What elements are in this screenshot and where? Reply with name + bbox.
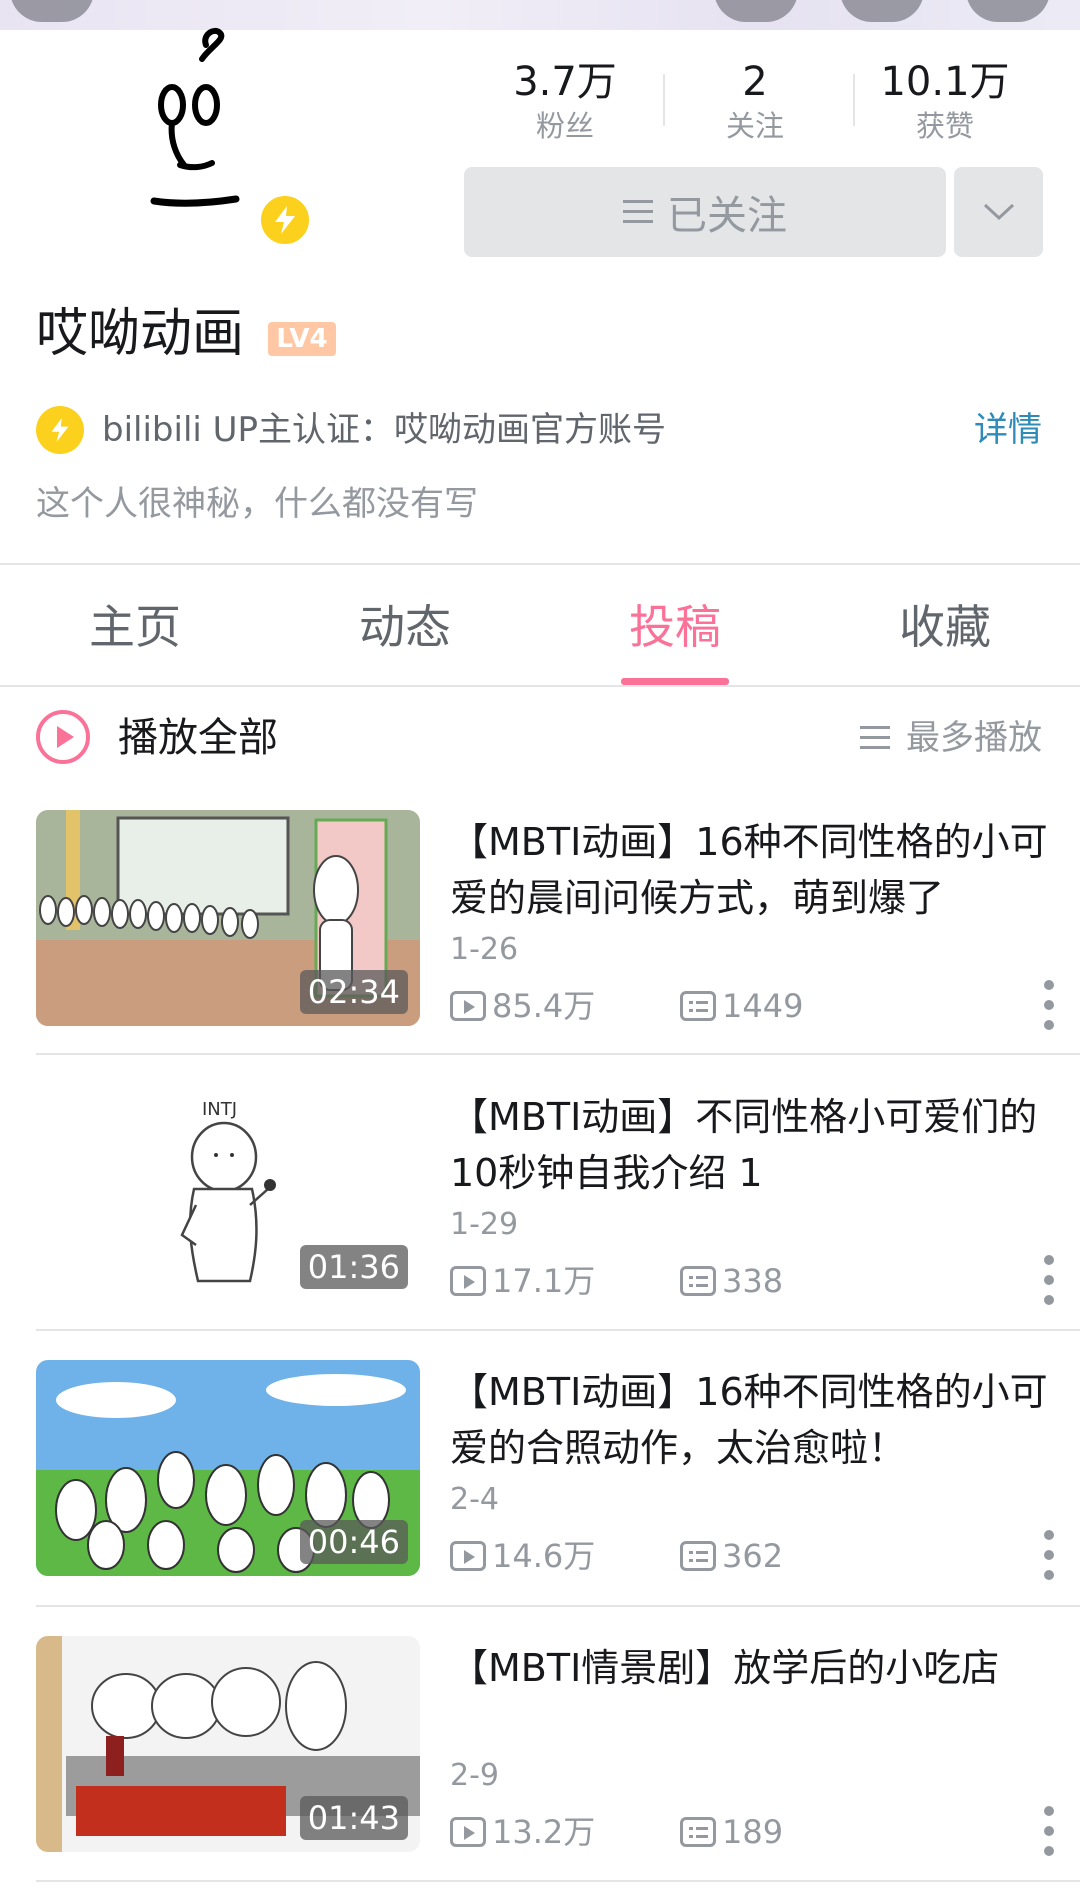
- video-date: 2-9: [450, 1758, 499, 1793]
- tab-uploads[interactable]: 投稿: [540, 565, 810, 685]
- danmaku-count-value: 362: [722, 1537, 784, 1575]
- profile-tabs: 主页 动态 投稿 收藏: [0, 565, 1080, 685]
- video-duration: 01:36: [299, 1245, 408, 1289]
- danmaku-icon: [680, 1817, 716, 1847]
- video-thumbnail[interactable]: INTJ 01:36: [36, 1085, 420, 1301]
- more-vertical-icon[interactable]: [1040, 1255, 1060, 1309]
- danmaku-count: 189: [680, 1812, 783, 1852]
- video-title[interactable]: 【MBTI动画】不同性格小可爱们的10秒钟自我介绍 1: [450, 1089, 1080, 1201]
- danmaku-count-value: 189: [722, 1813, 784, 1851]
- menu-lines-icon: [623, 199, 653, 225]
- stat-likes-value: 10.1万: [880, 59, 1010, 105]
- view-count: 13.2万: [450, 1812, 595, 1852]
- danmaku-count-value: 1449: [722, 987, 804, 1025]
- video-thumbnail[interactable]: 00:46: [36, 1360, 420, 1576]
- video-title[interactable]: 【MBTI动画】16种不同性格的小可爱的合照动作，太治愈啦！: [450, 1364, 1080, 1476]
- search-button[interactable]: [840, 0, 924, 22]
- level-badge: LV4: [268, 322, 336, 356]
- stat-fans[interactable]: 3.7万 粉丝: [470, 58, 660, 144]
- danmaku-count: 362: [680, 1536, 783, 1576]
- danmaku-count-value: 338: [722, 1262, 784, 1300]
- sort-label: 最多播放: [906, 718, 1042, 758]
- video-meta: 85.4万 1449: [450, 986, 1050, 1026]
- danmaku-icon: [680, 1266, 716, 1296]
- danmaku-icon: [680, 1541, 716, 1571]
- video-item[interactable]: INTJ 01:36 【MBTI动画】不同性格小可爱们的10秒钟自我介绍 1 1…: [36, 1085, 1080, 1345]
- view-count: 17.1万: [450, 1261, 595, 1301]
- play-count-icon: [450, 1817, 486, 1847]
- certification-row: bilibili UP主认证：哎呦动画官方账号 详情: [36, 402, 1042, 454]
- followed-label: 已关注: [667, 193, 787, 239]
- video-duration: 00:46: [299, 1520, 408, 1564]
- danmaku-count: 1449: [680, 986, 803, 1026]
- verified-bolt-icon: [257, 192, 313, 248]
- stat-fans-value: 3.7万: [513, 59, 617, 105]
- play-count-icon: [450, 991, 486, 1021]
- view-count-value: 13.2万: [492, 1813, 596, 1851]
- video-title[interactable]: 【MBTI动画】16种不同性格的小可爱的晨间问候方式，萌到爆了: [450, 814, 1080, 926]
- svg-text:INTJ: INTJ: [202, 1099, 237, 1120]
- video-item[interactable]: 01:43 【MBTI情景剧】放学后的小吃店 2-9 13.2万 189: [36, 1636, 1080, 1896]
- sort-lines-icon: [860, 726, 890, 750]
- chevron-down-icon: [983, 203, 1014, 221]
- view-count-value: 85.4万: [492, 987, 596, 1025]
- divider: [36, 1605, 1080, 1607]
- video-meta: 13.2万 189: [450, 1812, 1050, 1852]
- video-thumbnail[interactable]: 01:43: [36, 1636, 420, 1852]
- tab-dynamics[interactable]: 动态: [270, 565, 540, 685]
- profile-bio: 这个人很神秘，什么都没有写: [36, 484, 478, 524]
- divider: [36, 1053, 1080, 1055]
- video-duration: 01:43: [299, 1796, 408, 1840]
- more-options-button[interactable]: [966, 0, 1050, 22]
- profile-stats: 3.7万 粉丝 2 关注 10.1万 获赞: [470, 58, 1040, 148]
- video-title[interactable]: 【MBTI情景剧】放学后的小吃店: [450, 1640, 1080, 1696]
- play-all-button[interactable]: 播放全部: [118, 712, 278, 764]
- certification-detail-link[interactable]: 详情: [974, 408, 1042, 452]
- view-count-value: 17.1万: [492, 1262, 596, 1300]
- view-count-value: 14.6万: [492, 1537, 596, 1575]
- active-tab-indicator: [621, 678, 729, 685]
- view-count: 14.6万: [450, 1536, 595, 1576]
- danmaku-count: 338: [680, 1261, 783, 1301]
- danmaku-icon: [680, 991, 716, 1021]
- play-count-icon: [450, 1266, 486, 1296]
- tab-favorites[interactable]: 收藏: [810, 565, 1080, 685]
- more-vertical-icon[interactable]: [1040, 1806, 1060, 1860]
- followed-button[interactable]: 已关注: [464, 167, 946, 257]
- video-date: 1-26: [450, 932, 519, 967]
- divider: [36, 1880, 1080, 1882]
- follow-dropdown-button[interactable]: [954, 167, 1043, 257]
- certification-text: bilibili UP主认证：哎呦动画官方账号: [102, 410, 667, 450]
- video-date: 1-29: [450, 1207, 519, 1242]
- divider: [0, 685, 1080, 687]
- stat-following[interactable]: 2 关注: [660, 58, 850, 144]
- video-duration: 02:34: [299, 970, 408, 1014]
- divider: [36, 1329, 1080, 1331]
- video-thumbnail[interactable]: 02:34: [36, 810, 420, 1026]
- video-item[interactable]: 02:34 【MBTI动画】16种不同性格的小可爱的晨间问候方式，萌到爆了 1-…: [36, 810, 1080, 1070]
- play-count-icon: [450, 1541, 486, 1571]
- video-date: 2-4: [450, 1482, 499, 1517]
- verified-bolt-icon: [36, 406, 84, 454]
- more-vertical-icon[interactable]: [1040, 1530, 1060, 1584]
- back-button[interactable]: [10, 0, 94, 22]
- stat-likes-label: 获赞: [915, 109, 974, 143]
- stat-likes[interactable]: 10.1万 获赞: [850, 58, 1040, 144]
- video-meta: 14.6万 362: [450, 1536, 1050, 1576]
- profile-name: 哎呦动画: [36, 304, 245, 364]
- stat-fans-label: 粉丝: [535, 109, 594, 143]
- banner-icon-button[interactable]: [714, 0, 798, 22]
- sort-button[interactable]: 最多播放: [860, 714, 1042, 762]
- stat-following-label: 关注: [725, 109, 784, 143]
- video-meta: 17.1万 338: [450, 1261, 1050, 1301]
- view-count: 85.4万: [450, 986, 595, 1026]
- more-vertical-icon[interactable]: [1040, 980, 1060, 1034]
- play-circle-icon[interactable]: [36, 710, 90, 764]
- stat-following-value: 2: [742, 59, 768, 105]
- video-item[interactable]: 00:46 【MBTI动画】16种不同性格的小可爱的合照动作，太治愈啦！ 2-4…: [36, 1360, 1080, 1620]
- tab-home[interactable]: 主页: [0, 565, 270, 685]
- play-all-bar: 播放全部 最多播放: [36, 710, 1042, 770]
